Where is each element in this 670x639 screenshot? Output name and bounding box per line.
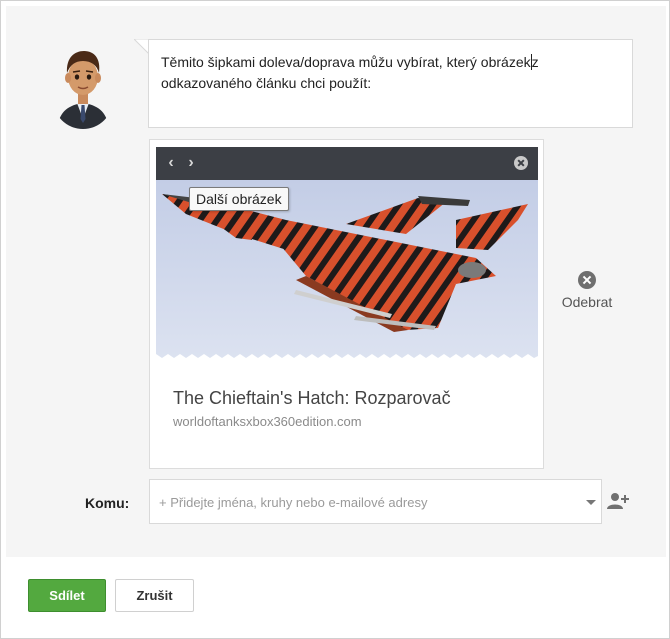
remove-link-button[interactable]: Odebrat	[556, 271, 618, 315]
speech-bubble-tail	[134, 39, 149, 54]
post-text-line1: Těmito šipkami doleva/doprava můžu vybír…	[161, 54, 531, 70]
chevron-down-icon[interactable]	[586, 500, 596, 505]
chevron-right-icon[interactable]: ›	[182, 154, 200, 172]
next-image-tooltip: Další obrázek	[189, 187, 289, 211]
link-title[interactable]: The Chieftain's Hatch: Rozparovač	[173, 388, 451, 409]
remove-label: Odebrat	[561, 294, 613, 310]
post-text-area[interactable]: Těmito šipkami doleva/doprava můžu vybír…	[148, 39, 633, 128]
recipients-input[interactable]: + Přidejte jména, kruhy nebo e-mailové a…	[149, 479, 602, 524]
link-domain: worldoftanksxbox360edition.com	[173, 414, 362, 429]
chevron-left-icon[interactable]: ‹	[162, 154, 180, 172]
cancel-button[interactable]: Zrušit	[115, 579, 194, 612]
post-text-line2: odkazovaného článku chci použít:	[161, 75, 372, 91]
add-person-icon[interactable]	[607, 491, 629, 511]
share-dialog: Těmito šipkami doleva/doprava můžu vybír…	[0, 0, 670, 639]
avatar	[53, 45, 113, 129]
close-icon[interactable]	[514, 156, 528, 170]
remove-icon	[578, 271, 596, 289]
share-button[interactable]: Sdílet	[28, 579, 106, 612]
post-text-line1-end: z	[531, 54, 539, 70]
recipients-placeholder: + Přidejte jména, kruhy nebo e-mailové a…	[159, 495, 428, 510]
recipients-label: Komu:	[85, 495, 130, 511]
image-selector-toolbar: ‹ ›	[156, 147, 538, 180]
post-text: Těmito šipkami doleva/doprava můžu vybír…	[161, 52, 621, 94]
